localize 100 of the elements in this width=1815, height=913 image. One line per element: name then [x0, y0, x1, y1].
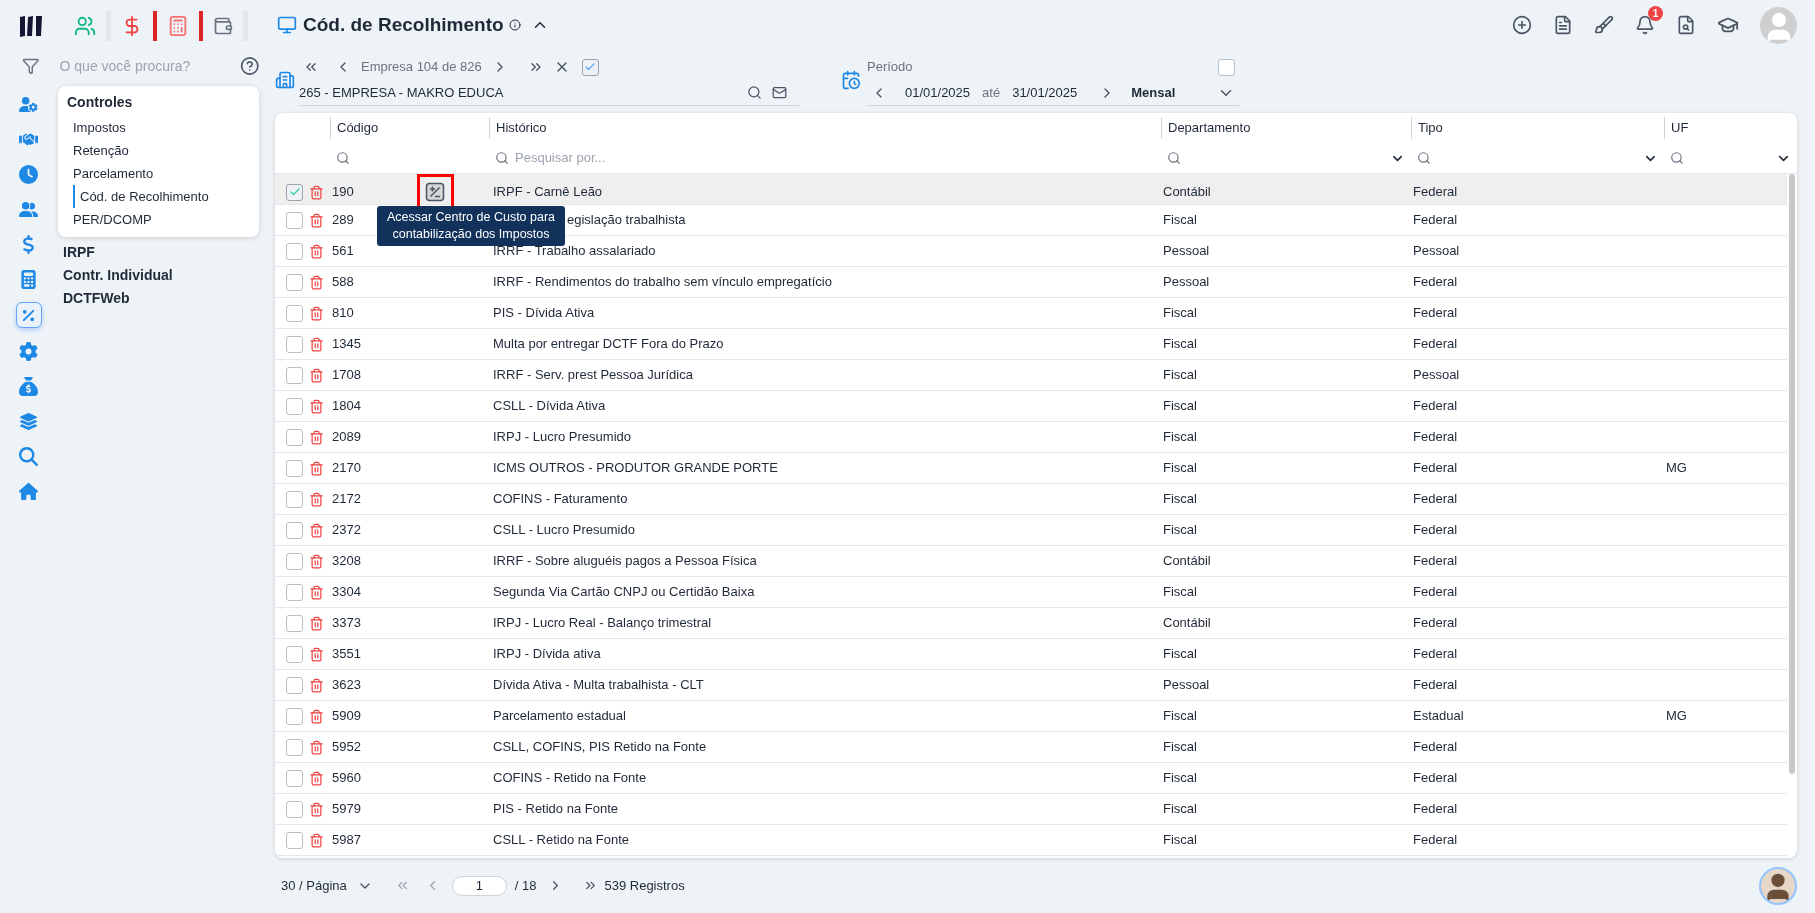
table-row[interactable]: 5987 CSLL - Retido na Fonte Fiscal Federal [275, 825, 1787, 856]
checkbox[interactable] [286, 335, 303, 353]
menu-item[interactable]: Retenção [67, 139, 250, 162]
delete-icon[interactable] [309, 584, 324, 600]
menu-group[interactable]: DCTFWeb [57, 287, 259, 310]
column-header[interactable]: Tipo [1418, 118, 1443, 138]
delete-icon[interactable] [309, 770, 324, 786]
logo-icon[interactable] [18, 14, 44, 38]
checkbox[interactable] [1218, 58, 1235, 76]
delete-icon[interactable] [309, 305, 324, 321]
table-row[interactable]: 810 PIS - Dívida Ativa Fiscal Federal [275, 298, 1787, 329]
checkbox[interactable] [286, 769, 303, 787]
checkbox[interactable] [286, 273, 303, 291]
delete-icon[interactable] [309, 460, 324, 476]
checkbox[interactable] [286, 242, 303, 260]
checkbox[interactable] [286, 676, 303, 694]
filter-icon[interactable] [22, 57, 40, 75]
checkbox[interactable] [286, 428, 303, 446]
delete-icon[interactable] [309, 739, 324, 755]
table-row[interactable]: 5960 COFINS - Retido na Fonte Fiscal Federal [275, 763, 1787, 794]
frequency-select[interactable]: Mensal [1131, 82, 1176, 103]
table-row[interactable]: 3208 IRRF - Sobre aluguéis pagos a Pessoa Física Contábil Federal [275, 546, 1787, 577]
menu-group[interactable]: IRPF [57, 241, 259, 264]
calculator-icon[interactable] [167, 15, 189, 37]
table-row[interactable]: 588 IRRF - Rendimentos do trabalho sem vínculo empregatício Pessoal Federal [275, 267, 1787, 298]
mail-icon[interactable] [772, 85, 787, 100]
checkbox[interactable] [286, 459, 303, 477]
checkbox[interactable] [286, 366, 303, 384]
delete-icon[interactable] [309, 398, 324, 414]
delete-icon[interactable] [309, 832, 324, 848]
search-icon[interactable] [1417, 151, 1431, 165]
delete-icon[interactable] [309, 274, 324, 290]
bell-icon[interactable] [1635, 15, 1655, 35]
search-icon[interactable] [747, 85, 762, 100]
start-date[interactable]: 01/01/2025 [905, 82, 971, 103]
search-icon[interactable] [336, 151, 350, 165]
checkbox[interactable] [286, 552, 303, 570]
checkbox[interactable] [286, 707, 303, 725]
column-header[interactable]: UF [1671, 118, 1689, 138]
delete-icon[interactable] [309, 801, 324, 817]
delete-icon[interactable] [309, 243, 324, 259]
table-row[interactable]: 1804 CSLL - Dívida Ativa Fiscal Federal [275, 391, 1787, 422]
assistant-avatar[interactable] [1759, 866, 1797, 905]
info-icon[interactable] [508, 19, 521, 31]
checkbox[interactable] [286, 583, 303, 601]
table-row[interactable]: 5979 PIS - Retido na Fonte Fiscal Federal [275, 794, 1787, 825]
column-header[interactable]: Departamento [1168, 118, 1251, 138]
checkbox[interactable] [286, 183, 303, 201]
users-icon[interactable] [74, 15, 96, 37]
table-row[interactable]: 2170 ICMS OUTROS - PRODUTOR GRANDE PORTE Fiscal Federal MG [275, 453, 1787, 484]
table-row[interactable]: 2372 CSLL - Lucro Presumido Fiscal Federal [275, 515, 1787, 546]
add-icon[interactable] [1512, 15, 1532, 35]
delete-icon[interactable] [309, 677, 324, 693]
search-icon[interactable] [495, 151, 509, 165]
checkbox[interactable] [286, 304, 303, 322]
table-row[interactable]: 2172 COFINS - Faturamento Fiscal Federal [275, 484, 1787, 515]
delete-icon[interactable] [309, 708, 324, 724]
delete-icon[interactable] [309, 367, 324, 383]
checkbox[interactable] [286, 738, 303, 756]
file-search-icon[interactable] [1676, 15, 1696, 35]
checkbox[interactable] [581, 58, 599, 76]
checkbox[interactable] [286, 614, 303, 632]
table-row[interactable]: 5909 Parcelamento estadual Fiscal Estadual MG [275, 701, 1787, 732]
table-row[interactable]: 3373 IRPJ - Lucro Real - Balanço trimestral Contábil Federal [275, 608, 1787, 639]
delete-icon[interactable] [309, 522, 324, 538]
plus-minus-icon[interactable] [425, 182, 446, 202]
percent-icon[interactable] [15, 302, 42, 328]
checkbox[interactable] [286, 490, 303, 508]
search-icon[interactable] [1670, 151, 1684, 165]
table-row[interactable]: 5952 CSLL, COFINS, PIS Retido na Fonte Fiscal Federal [275, 732, 1787, 763]
checkbox[interactable] [286, 800, 303, 818]
help-icon[interactable] [239, 56, 259, 76]
search-icon[interactable] [1167, 151, 1181, 165]
document-icon[interactable] [1553, 15, 1573, 35]
table-row[interactable]: 190 IRPF - Carnê Leão Contábil Federal [275, 174, 1787, 205]
delete-icon[interactable] [309, 646, 324, 662]
menu-item[interactable]: Cód. de Recolhimento [73, 185, 250, 208]
search-field[interactable]: Pesquisar por... [515, 148, 1155, 168]
page-field[interactable]: 1 [451, 875, 507, 896]
search-field[interactable]: O que você procura? [59, 55, 240, 77]
menu-item[interactable]: PER/DCOMP [67, 208, 250, 231]
delete-icon[interactable] [309, 336, 324, 352]
checkbox[interactable] [286, 397, 303, 415]
end-date[interactable]: 31/01/2025 [1012, 82, 1078, 103]
table-row[interactable]: 3551 IRPJ - Dívida ativa Fiscal Federal [275, 639, 1787, 670]
delete-icon[interactable] [309, 429, 324, 445]
delete-icon[interactable] [309, 553, 324, 569]
checkbox[interactable] [286, 211, 303, 229]
menu-group[interactable]: Controles [67, 92, 250, 113]
column-header[interactable]: Histórico [496, 118, 547, 138]
table-row[interactable]: 3304 Segunda Via Cartão CNPJ ou Certidão Baixa Fiscal Federal [275, 577, 1787, 608]
table-row[interactable]: 3623 Dívida Ativa - Multa trabalhista - CLT Pessoal Federal [275, 670, 1787, 701]
scrollbar[interactable] [1789, 174, 1795, 774]
page-size-select[interactable]: 30 / Página [281, 875, 347, 896]
delete-icon[interactable] [309, 184, 324, 200]
delete-icon[interactable] [309, 615, 324, 631]
checkbox[interactable] [286, 645, 303, 663]
table-row[interactable]: 2089 IRPJ - Lucro Presumido Fiscal Federal [275, 422, 1787, 453]
checkbox[interactable] [286, 521, 303, 539]
menu-group[interactable]: Contr. Individual [57, 264, 259, 287]
